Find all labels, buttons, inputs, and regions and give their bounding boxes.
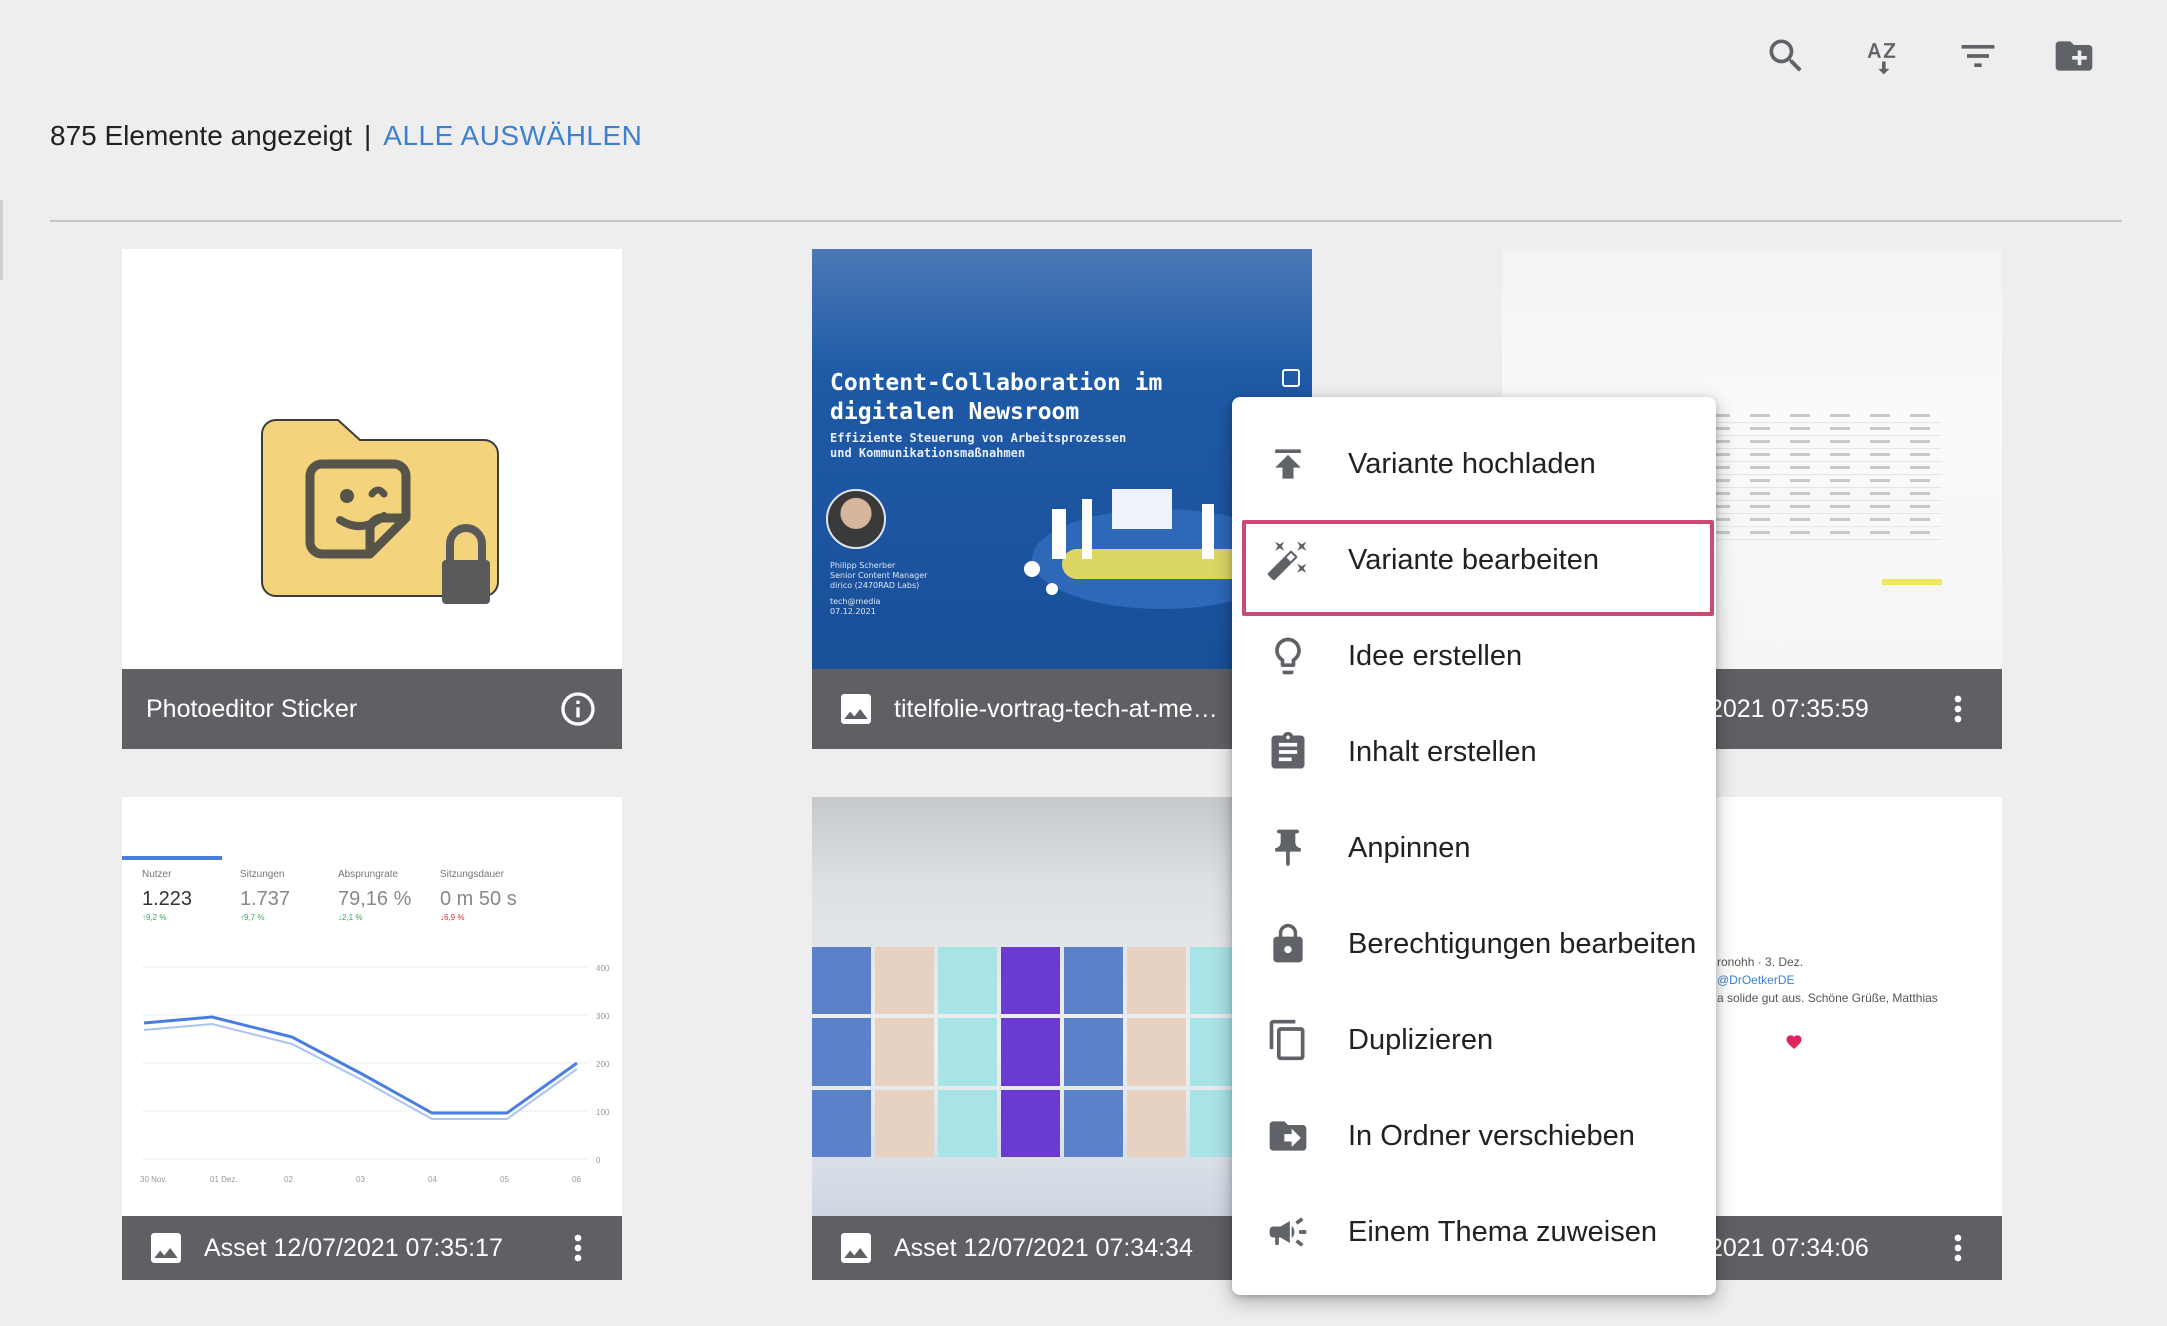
menu-item-label: Berechtigungen bearbeiten bbox=[1348, 927, 1697, 960]
menu-item-label: Einem Thema zuweisen bbox=[1348, 1215, 1657, 1248]
clipboard-icon bbox=[1266, 730, 1310, 774]
magic-wand-icon bbox=[1266, 538, 1310, 582]
menu-item-upload-variant[interactable]: Variante hochladen bbox=[1232, 416, 1716, 512]
svg-text:04: 04 bbox=[428, 1175, 437, 1184]
tweet-handle: @DrOetkerDE bbox=[1717, 973, 1795, 987]
speaker-avatar bbox=[826, 489, 886, 549]
image-type-icon bbox=[836, 689, 876, 729]
menu-item-duplicate[interactable]: Duplizieren bbox=[1232, 992, 1716, 1088]
new-folder-icon[interactable] bbox=[2048, 30, 2100, 82]
lock-icon bbox=[1266, 922, 1310, 966]
menu-item-label: Variante bearbeiten bbox=[1348, 543, 1599, 576]
active-tab-indicator bbox=[122, 856, 222, 860]
menu-item-label: Anpinnen bbox=[1348, 831, 1471, 864]
tweet-heart-icon bbox=[1786, 1035, 1802, 1050]
menu-item-edit-variant[interactable]: Variante bearbeiten bbox=[1232, 512, 1716, 616]
divider bbox=[50, 220, 2122, 222]
svg-text:30 Nov.: 30 Nov. bbox=[140, 1175, 167, 1184]
svg-text:05: 05 bbox=[500, 1175, 509, 1184]
slide-speaker-info: Philipp Scherber Senior Content Manager … bbox=[830, 561, 928, 616]
svg-text:0: 0 bbox=[596, 1156, 601, 1165]
more-vert-icon[interactable] bbox=[1938, 685, 1978, 733]
card-title: Asset 12/07/2021 07:34:34 bbox=[894, 1233, 1193, 1262]
svg-text:100: 100 bbox=[596, 1108, 610, 1117]
card-caption-bar: Asset 12/07/2021 07:35:17 bbox=[122, 1216, 622, 1280]
context-menu: Variante hochladen Variante bearbeiten I… bbox=[1232, 397, 1716, 1295]
move-to-folder-icon bbox=[1266, 1114, 1310, 1158]
table-preview bbox=[1702, 409, 1942, 540]
card-title: titelfolie-vortrag-tech-at-media-2021 bbox=[894, 694, 1224, 723]
menu-item-assign-topic[interactable]: Einem Thema zuweisen bbox=[1232, 1184, 1716, 1280]
sort-az-icon[interactable] bbox=[1856, 30, 1908, 82]
asset-card-analytics[interactable]: Nutzer 1.223 ↑9,2 % Sitzungen 1.737 ↑9,7 % A… bbox=[122, 797, 622, 1280]
menu-item-label: In Ordner verschieben bbox=[1348, 1119, 1635, 1152]
svg-text:200: 200 bbox=[596, 1060, 610, 1069]
lightbulb-icon bbox=[1266, 634, 1310, 678]
svg-text:300: 300 bbox=[596, 1012, 610, 1021]
image-type-icon bbox=[146, 1228, 186, 1268]
svg-text:01 Dez.: 01 Dez. bbox=[210, 1175, 238, 1184]
menu-item-label: Idee erstellen bbox=[1348, 639, 1523, 672]
menu-item-move-to-folder[interactable]: In Ordner verschieben bbox=[1232, 1088, 1716, 1184]
image-type-icon bbox=[836, 1228, 876, 1268]
filter-icon[interactable] bbox=[1952, 30, 2004, 82]
menu-item-label: Inhalt erstellen bbox=[1348, 735, 1537, 768]
menu-item-label: Duplizieren bbox=[1348, 1023, 1494, 1056]
svg-text:06: 06 bbox=[572, 1175, 581, 1184]
more-vert-icon[interactable] bbox=[1938, 1224, 1978, 1272]
left-edge-marker bbox=[0, 200, 3, 280]
menu-item-create-idea[interactable]: Idee erstellen bbox=[1232, 608, 1716, 704]
more-vert-icon[interactable] bbox=[558, 1224, 598, 1272]
highlight-mark bbox=[1882, 579, 1942, 585]
separator: | bbox=[364, 120, 372, 151]
analytics-thumbnail: Nutzer 1.223 ↑9,2 % Sitzungen 1.737 ↑9,7 % A… bbox=[122, 797, 622, 1217]
menu-item-create-content[interactable]: Inhalt erstellen bbox=[1232, 704, 1716, 800]
metric-sessions: Sitzungen 1.737 ↑9,7 % bbox=[240, 869, 291, 922]
svg-text:03: 03 bbox=[356, 1175, 365, 1184]
slide-badge-icon bbox=[1282, 369, 1300, 387]
copy-icon bbox=[1266, 1018, 1310, 1062]
metric-users: Nutzer 1.223 ↑9,2 % bbox=[142, 869, 193, 922]
slide-title: Content-Collaboration im digitalen Newsr… bbox=[830, 370, 1163, 425]
card-caption-bar: Photoeditor Sticker bbox=[122, 669, 622, 749]
items-count: 875 Elemente angezeigt bbox=[50, 120, 352, 151]
megaphone-icon bbox=[1266, 1210, 1310, 1254]
tweet-author: ronohh · 3. Dez. bbox=[1717, 955, 1804, 969]
card-title: Photoeditor Sticker bbox=[146, 694, 358, 723]
items-count-row: 875 Elemente angezeigt | ALLE AUSWÄHLEN bbox=[50, 120, 642, 152]
menu-item-edit-permissions[interactable]: Berechtigungen bearbeiten bbox=[1232, 896, 1716, 992]
menu-item-pin[interactable]: Anpinnen bbox=[1232, 800, 1716, 896]
svg-text:400: 400 bbox=[596, 964, 610, 973]
line-chart: 400 300 200 100 0 30 Nov. 01 Dez. 02 03 … bbox=[140, 964, 610, 1184]
info-icon[interactable] bbox=[558, 685, 598, 733]
tweet-text: a solide gut aus. Schöne Grüße, Matthias bbox=[1717, 991, 1938, 1005]
locked-sticker-folder-icon bbox=[261, 419, 499, 604]
svg-text:02: 02 bbox=[284, 1175, 293, 1184]
select-all-link[interactable]: ALLE AUSWÄHLEN bbox=[383, 120, 642, 151]
menu-item-label: Variante hochladen bbox=[1348, 447, 1596, 480]
metric-bounce-rate: Absprungrate 79,16 % ↓2,1 % bbox=[338, 869, 412, 922]
search-icon[interactable] bbox=[1760, 30, 1812, 82]
metric-session-duration: Sitzungsdauer 0 m 50 s ↓6,9 % bbox=[440, 869, 517, 922]
card-title: Asset 12/07/2021 07:35:17 bbox=[204, 1233, 503, 1262]
pin-icon bbox=[1266, 826, 1310, 870]
upload-icon bbox=[1266, 442, 1310, 486]
folder-thumbnail bbox=[122, 249, 622, 669]
asset-card-folder[interactable]: Photoeditor Sticker bbox=[122, 249, 622, 749]
